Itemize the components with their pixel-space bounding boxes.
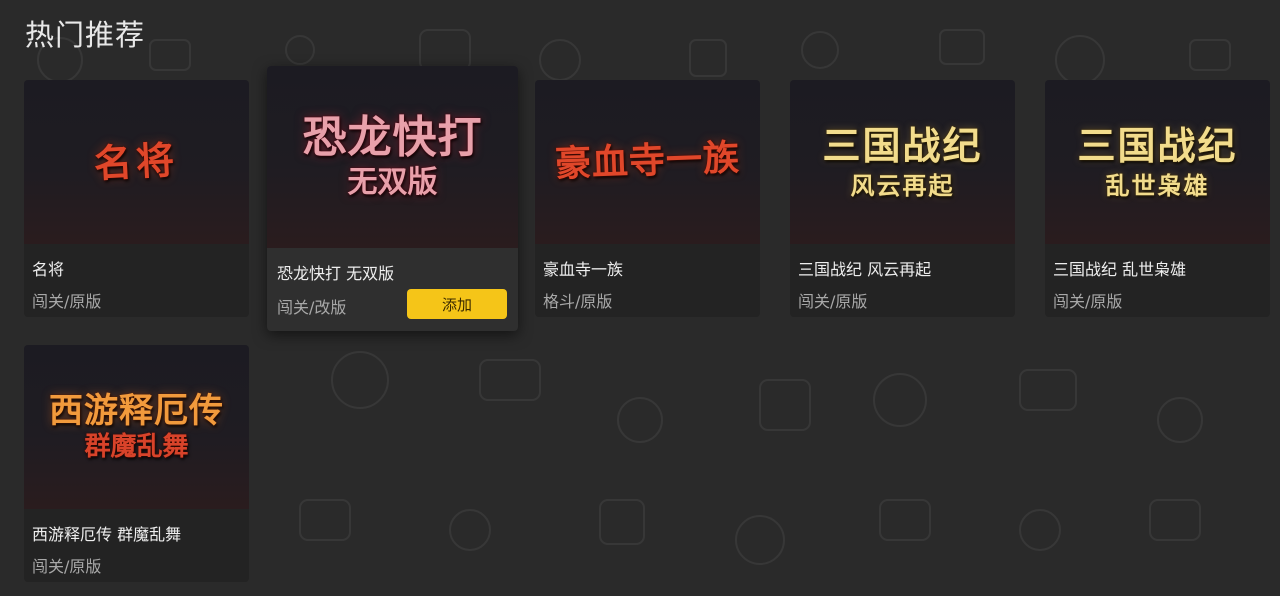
game-logo-subtext: 乱世枭雄 xyxy=(1105,171,1210,201)
game-cover: 三国战纪 乱世枭雄 xyxy=(1045,80,1270,244)
game-card-haoxuesi[interactable]: 豪血寺一族 豪血寺一族 格斗/原版 xyxy=(535,80,760,317)
game-logo-text: 恐龙快打 xyxy=(302,112,483,164)
section-title: 热门推荐 xyxy=(25,18,146,52)
game-card-sanguo-fengyun[interactable]: 三国战纪 风云再起 三国战纪 风云再起 闯关/原版 xyxy=(790,80,1015,317)
add-button[interactable]: 添加 xyxy=(407,289,507,319)
game-card-konglong[interactable]: 恐龙快打 无双版 恐龙快打 无双版 闯关/改版 添加 xyxy=(267,66,518,331)
game-tag: 格斗/原版 xyxy=(543,292,613,311)
game-name: 西游释厄传 群魔乱舞 xyxy=(32,525,182,544)
game-card-sanguo-luanshi[interactable]: 三国战纪 乱世枭雄 三国战纪 乱世枭雄 闯关/原版 xyxy=(1045,80,1270,317)
game-logo-text: 西游释厄传 xyxy=(49,390,224,431)
game-name: 三国战纪 乱世枭雄 xyxy=(1053,260,1187,279)
game-logo-text: 三国战纪 xyxy=(1077,123,1238,169)
game-card-mingjiang[interactable]: 名将 名将 闯关/原版 xyxy=(24,80,249,317)
game-logo-text: 三国战纪 xyxy=(822,123,983,169)
game-tag: 闯关/原版 xyxy=(1053,292,1123,311)
game-tag: 闯关/改版 xyxy=(277,298,347,317)
game-name: 恐龙快打 无双版 xyxy=(277,264,395,283)
game-logo-subtext: 群魔乱舞 xyxy=(84,431,189,462)
game-cover: 恐龙快打 无双版 xyxy=(267,66,518,248)
game-tag: 闯关/原版 xyxy=(798,292,868,311)
game-name: 豪血寺一族 xyxy=(543,260,624,279)
game-logo-subtext: 风云再起 xyxy=(850,171,955,201)
game-tag: 闯关/原版 xyxy=(32,292,102,311)
game-cover: 三国战纪 风云再起 xyxy=(790,80,1015,244)
game-name: 名将 xyxy=(32,260,65,279)
game-cover: 西游释厄传 群魔乱舞 xyxy=(24,345,249,509)
game-tag: 闯关/原版 xyxy=(32,557,102,576)
game-logo-text: 豪血寺一族 xyxy=(554,137,741,186)
game-logo-text: 名将 xyxy=(93,136,180,187)
game-cover: 名将 xyxy=(24,80,249,244)
game-cover: 豪血寺一族 xyxy=(535,80,760,244)
game-card-xiyou[interactable]: 西游释厄传 群魔乱舞 西游释厄传 群魔乱舞 闯关/原版 xyxy=(24,345,249,582)
game-name: 三国战纪 风云再起 xyxy=(798,260,932,279)
game-logo-subtext: 无双版 xyxy=(347,165,438,201)
